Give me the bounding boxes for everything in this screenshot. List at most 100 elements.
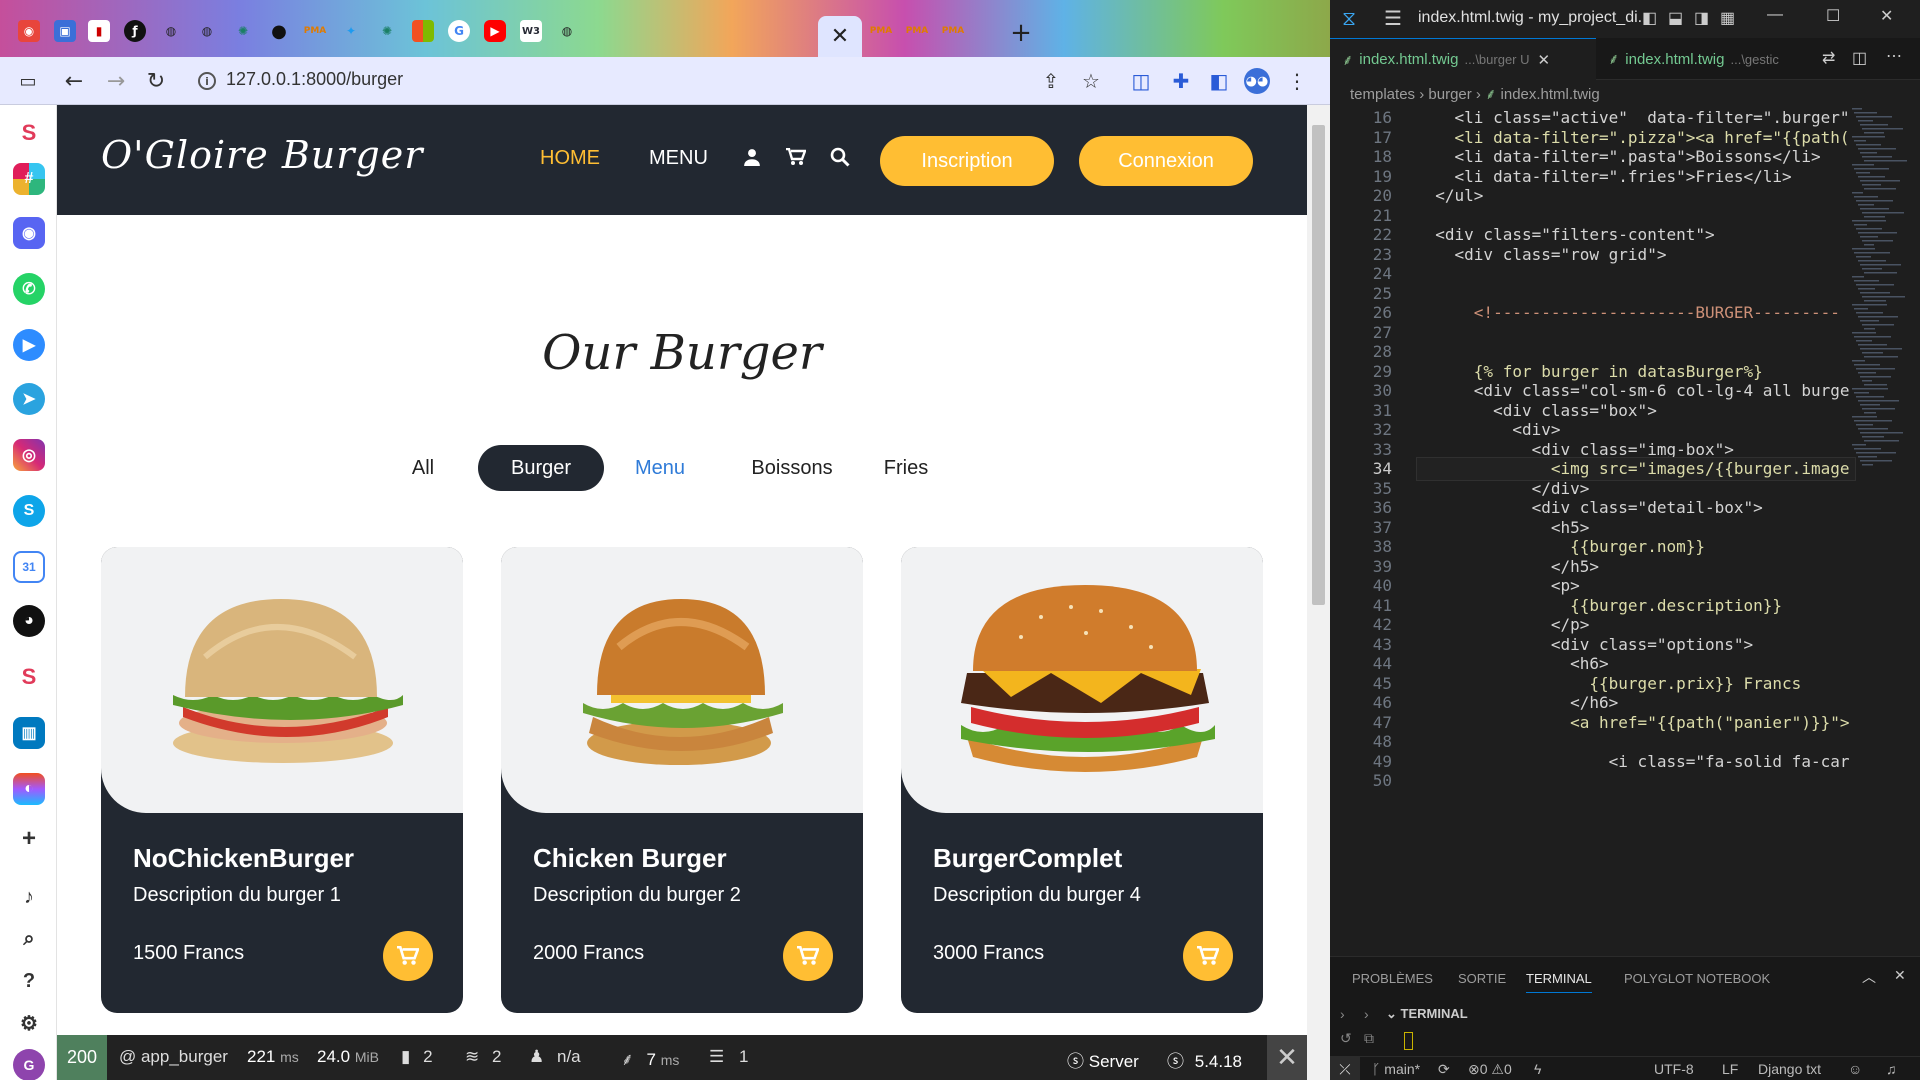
search-icon[interactable] — [828, 145, 852, 169]
code-line[interactable]: <div class="box"> — [1416, 401, 1657, 420]
code-line[interactable]: {{burger.nom}} — [1416, 537, 1705, 556]
globe-tab-icon[interactable]: ◍ — [196, 20, 218, 42]
share-icon[interactable]: ⇪ — [1038, 68, 1064, 94]
layout-sidebar-icon[interactable]: ◧ — [1642, 8, 1657, 28]
trello-app-icon[interactable]: ▥ — [13, 717, 45, 749]
logs-item[interactable]: ▮ 2 — [401, 1047, 433, 1067]
nav-home[interactable]: HOME — [540, 147, 600, 170]
whatsapp-app-icon[interactable]: ✆ — [13, 273, 45, 305]
code-line[interactable]: <p> — [1416, 576, 1580, 595]
problems-item[interactable]: ⊗0 ⚠0 — [1468, 1061, 1512, 1078]
code-line[interactable]: {{burger.description}} — [1416, 596, 1782, 615]
chevron-up-icon[interactable]: ︿ — [1862, 967, 1876, 987]
panel-tab-polyglot[interactable]: POLYGLOT NOTEBOOK — [1624, 971, 1770, 986]
code-line[interactable]: <div class="row grid"> — [1416, 245, 1667, 264]
code-line[interactable]: <img src="images/{{burger.image — [1416, 459, 1850, 478]
maximize-button[interactable]: ☐ — [1826, 6, 1840, 26]
code-line[interactable]: <a href="{{path("panier")}}"> — [1416, 713, 1849, 732]
chevron-right-icon[interactable]: › — [1340, 1006, 1345, 1022]
nav-menu[interactable]: MENU — [649, 147, 708, 170]
cart-icon[interactable] — [784, 145, 808, 169]
sync-icon[interactable]: ⟳ — [1438, 1061, 1450, 1078]
chatgpt-tab-icon[interactable]: ✺ — [376, 20, 398, 42]
code-line[interactable]: </h6> — [1416, 693, 1618, 712]
panel-tab-problems[interactable]: PROBLÈMES — [1352, 971, 1433, 986]
side-panel-icon[interactable]: ◧ — [1206, 68, 1232, 94]
database-item[interactable]: ☰ 1 — [709, 1047, 748, 1067]
code-line[interactable]: <div class="col-sm-6 col-lg-4 all burge — [1416, 381, 1850, 400]
add-to-cart-button[interactable] — [783, 931, 833, 981]
panel-tab-terminal[interactable]: TERMINAL — [1526, 971, 1592, 993]
minimap[interactable] — [1850, 108, 1910, 488]
chevron-right-icon[interactable]: › — [1364, 1006, 1369, 1022]
version-item[interactable]: ⓢ 5.4.18 — [1167, 1047, 1242, 1072]
login-button[interactable]: Connexion — [1079, 136, 1253, 186]
filter-burger[interactable]: Burger — [478, 445, 604, 491]
bird-tab-icon[interactable]: ✦ — [340, 20, 362, 42]
code-line[interactable]: <!---------------------BURGER--------- — [1416, 303, 1840, 322]
youtube-tab-icon[interactable]: ▶ — [484, 20, 506, 42]
calendar-app-icon[interactable]: 31 — [13, 551, 45, 583]
reload-button[interactable]: ↻ — [142, 67, 170, 95]
skype-app-icon[interactable]: S — [13, 495, 45, 527]
cache-item[interactable]: ≋ 2 — [465, 1047, 501, 1067]
chatgpt-tab-icon[interactable]: ✺ — [232, 20, 254, 42]
close-window-button[interactable]: ✕ — [1880, 6, 1893, 26]
code-line[interactable]: <div class="img-box"> — [1416, 440, 1734, 459]
microsoft-tab-icon[interactable] — [412, 20, 434, 42]
bell-icon[interactable]: ♪ — [13, 881, 45, 913]
code-line[interactable]: <li data-filter=".pasta">Boissons</li> — [1416, 147, 1821, 166]
minimize-button[interactable]: — — [1767, 6, 1783, 24]
code-editor[interactable]: 16 <li class="active" data-filter=".burg… — [1330, 108, 1920, 956]
filter-fries[interactable]: Fries — [875, 445, 937, 491]
bell-icon[interactable]: ♫ — [1886, 1061, 1897, 1077]
layout-secondary-icon[interactable]: ◨ — [1694, 8, 1709, 28]
user-item[interactable]: ♟ n/a — [529, 1047, 581, 1067]
code-line[interactable]: <div> — [1416, 420, 1560, 439]
language-label[interactable]: Django txt — [1758, 1061, 1821, 1077]
code-line[interactable]: </p> — [1416, 615, 1590, 634]
close-tab-icon[interactable]: ✕ — [831, 24, 849, 49]
code-line[interactable]: {% for burger in datasBurger%} — [1416, 362, 1763, 381]
request-time[interactable]: 221 ms — [247, 1047, 299, 1067]
encoding-label[interactable]: UTF-8 — [1654, 1061, 1694, 1077]
feedback-icon[interactable]: ☺ — [1848, 1061, 1862, 1077]
slack-app-icon[interactable]: # — [13, 163, 45, 195]
close-tab-icon[interactable]: ✕ — [1538, 51, 1551, 69]
eol-label[interactable]: LF — [1722, 1061, 1738, 1077]
zoom-app-icon[interactable]: ▶ — [13, 329, 45, 361]
pma-tab-icon[interactable]: PMA — [304, 20, 327, 42]
panel-tab-output[interactable]: SORTIE — [1458, 971, 1506, 986]
sidebar-toggle-icon[interactable]: ▭ — [14, 67, 42, 95]
settings-gear-icon[interactable]: ⚙ — [13, 1007, 45, 1039]
w3schools-tab-icon[interactable]: W3 — [520, 20, 542, 42]
forward-button[interactable]: → — [102, 67, 130, 95]
code-line[interactable]: <li data-filter=".fries">Fries</li> — [1416, 167, 1792, 186]
breadcrumb-item[interactable]: templates — [1350, 86, 1415, 103]
toolbar-close-button[interactable]: ✕ — [1267, 1035, 1307, 1080]
code-line[interactable]: </h5> — [1416, 557, 1599, 576]
add-to-cart-button[interactable] — [1183, 931, 1233, 981]
extensions-icon[interactable]: ✚ — [1168, 68, 1194, 94]
split-view-icon[interactable]: ◫ — [1128, 68, 1154, 94]
branch-item[interactable]: ᚴ main* — [1372, 1061, 1420, 1077]
back-button[interactable]: ← — [60, 67, 88, 95]
route-name[interactable]: @ app_burger — [119, 1047, 228, 1067]
add-app-icon[interactable]: + — [13, 823, 45, 855]
active-tab[interactable]: ✕ — [818, 16, 862, 57]
code-line[interactable]: <div class="filters-content"> — [1416, 225, 1714, 244]
new-tab-button[interactable]: + — [1006, 18, 1036, 48]
gov-tab-icon[interactable]: ▮ — [88, 20, 110, 42]
editor-tab[interactable]: ⸙ index.html.twig ...\gestic — [1596, 38, 1846, 80]
filter-all[interactable]: All — [403, 445, 443, 491]
globe-tab-icon[interactable]: ◍ — [556, 20, 578, 42]
code-line[interactable]: </div> — [1416, 479, 1590, 498]
code-line[interactable]: <h6> — [1416, 654, 1609, 673]
teams-tab-icon[interactable]: ▣ — [54, 20, 76, 42]
editor-tab-active[interactable]: ⸙ index.html.twig ...\burger U ✕ — [1330, 38, 1596, 80]
code-line[interactable]: <div class="options"> — [1416, 635, 1753, 654]
google-tab-icon[interactable]: G — [448, 20, 470, 42]
lightning-icon[interactable]: ϟ — [1534, 1061, 1541, 1077]
add-to-cart-button[interactable] — [383, 931, 433, 981]
sendinblue-app-icon[interactable]: S — [13, 661, 45, 693]
